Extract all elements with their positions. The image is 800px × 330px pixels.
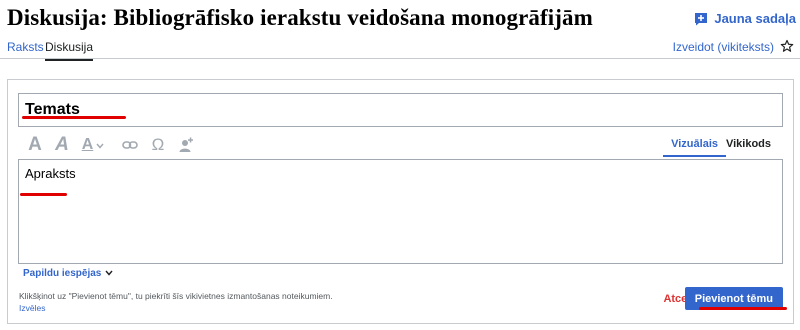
- editor-toolbar: A A A Ω Vizuālais Vikikods: [18, 132, 783, 160]
- create-wikitext-link[interactable]: Izveidot (vikiteksts): [673, 40, 774, 59]
- new-section-button[interactable]: Jauna sadaļa: [694, 11, 796, 26]
- special-character-button[interactable]: Ω: [147, 132, 169, 158]
- link-icon[interactable]: [118, 132, 142, 158]
- tab-source[interactable]: Vikikods: [718, 136, 779, 155]
- italic-button[interactable]: A: [51, 132, 73, 158]
- annotation-underline-title: [22, 116, 126, 119]
- tab-discussion[interactable]: Diskusija: [45, 40, 94, 61]
- chevron-down-icon: [96, 136, 104, 154]
- mention-user-icon[interactable]: [174, 132, 198, 158]
- page-tabs: Raksts Diskusija Izveidot (vikiteksts): [0, 36, 800, 61]
- advanced-options-label: Papildu iespējas: [23, 268, 102, 279]
- bold-button[interactable]: A: [24, 132, 46, 158]
- tab-visual[interactable]: Vizuālais: [663, 136, 726, 157]
- text-style-glyph: A: [81, 136, 94, 153]
- topic-title-input[interactable]: [18, 93, 783, 127]
- help-link[interactable]: Izvēles: [19, 303, 45, 313]
- speech-bubble-add-icon: [694, 12, 708, 26]
- annotation-underline-submit: [699, 307, 787, 310]
- description-textarea[interactable]: [18, 159, 783, 264]
- annotation-underline-description: [20, 193, 67, 196]
- page-title: Diskusija: Bibliogrāfisko ierakstu veido…: [7, 5, 593, 30]
- star-icon[interactable]: [780, 39, 794, 58]
- terms-notice: Klikšķinot uz "Pievienot tēmu", tu piekr…: [19, 291, 333, 301]
- chevron-down-icon: [105, 268, 113, 279]
- text-style-dropdown[interactable]: A: [76, 132, 110, 158]
- tab-article[interactable]: Raksts: [7, 40, 44, 59]
- advanced-options-toggle[interactable]: Papildu iespējas: [23, 268, 113, 279]
- new-section-label: Jauna sadaļa: [714, 11, 796, 26]
